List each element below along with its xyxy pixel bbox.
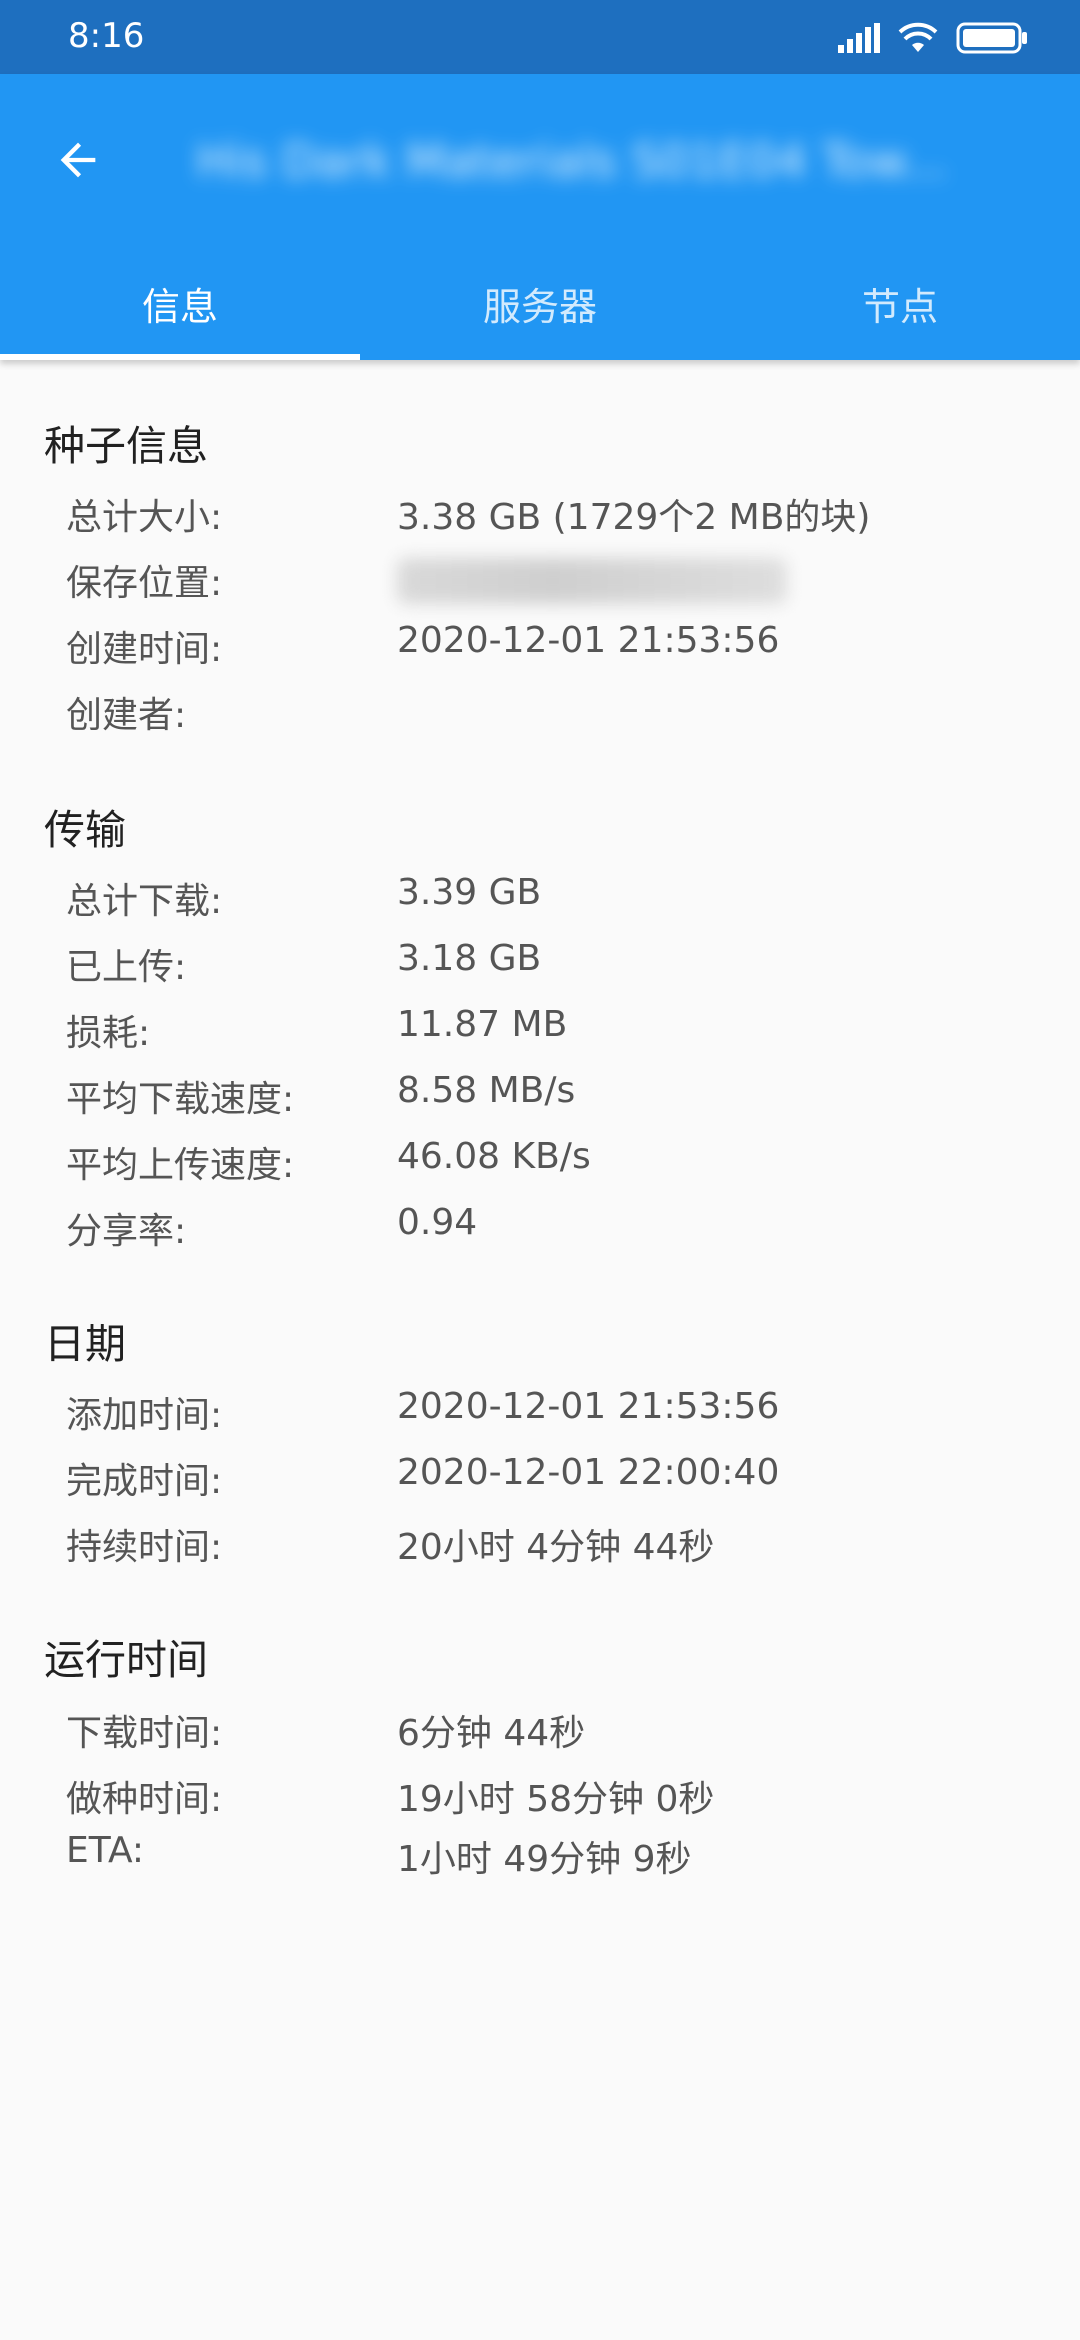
- arrow-back-icon: [60, 142, 96, 178]
- uploaded-label: 已上传:: [66, 947, 187, 988]
- avg-upload-speed-value: 46.08 KB/s: [397, 1136, 591, 1177]
- section-transfer-title: 传输: [44, 806, 126, 854]
- duration-label: 持续时间:: [66, 1527, 223, 1568]
- eta-value: 1小时 49分钟 9秒: [397, 1839, 692, 1880]
- total-download-label: 总计下载:: [66, 881, 223, 922]
- added-time-value: 2020-12-01 21:53:56: [397, 1386, 780, 1427]
- uploaded-value: 3.18 GB: [397, 938, 542, 979]
- created-time-label: 创建时间:: [66, 629, 223, 670]
- section-dates-title: 日期: [44, 1320, 126, 1368]
- wifi-icon: [898, 22, 938, 52]
- row-creator: 创建者:: [0, 686, 1080, 746]
- added-time-label: 添加时间:: [66, 1395, 223, 1436]
- tab-peers[interactable]: 节点: [720, 264, 1080, 360]
- signal-icon: [838, 23, 880, 53]
- share-ratio-value: 0.94: [397, 1202, 478, 1243]
- download-time-value: 6分钟 44秒: [397, 1713, 586, 1754]
- row-wasted: 损耗: 11.87 MB: [0, 1004, 1080, 1064]
- tab-indicator: [0, 354, 360, 360]
- row-save-path: 保存位置:: [0, 554, 1080, 614]
- save-path-value: [397, 554, 787, 613]
- row-seed-time: 做种时间: 19小时 58分钟 0秒: [0, 1770, 1080, 1830]
- wasted-value: 11.87 MB: [397, 1004, 568, 1045]
- completed-time-value: 2020-12-01 22:00:40: [397, 1452, 780, 1493]
- row-download-time: 下载时间: 6分钟 44秒: [0, 1704, 1080, 1764]
- row-eta: ETA: 1小时 49分钟 9秒: [0, 1830, 1080, 1890]
- duration-value: 20小时 4分钟 44秒: [397, 1527, 715, 1568]
- section-runtime-title: 运行时间: [44, 1636, 208, 1684]
- tab-info[interactable]: 信息: [0, 264, 360, 360]
- avg-download-speed-label: 平均下载速度:: [66, 1079, 295, 1120]
- eta-label: ETA:: [66, 1830, 145, 1871]
- battery-icon: [956, 22, 1027, 54]
- avg-upload-speed-label: 平均上传速度:: [66, 1145, 295, 1186]
- completed-time-label: 完成时间:: [66, 1461, 223, 1502]
- section-torrent-info-title: 种子信息: [44, 422, 208, 470]
- creator-label: 创建者:: [66, 695, 187, 736]
- seed-time-value: 19小时 58分钟 0秒: [397, 1779, 715, 1820]
- row-total-download: 总计下载: 3.39 GB: [0, 872, 1080, 932]
- share-ratio-label: 分享率:: [66, 1211, 187, 1252]
- back-button[interactable]: [46, 128, 110, 192]
- total-size-label: 总计大小:: [66, 497, 223, 538]
- download-time-label: 下载时间:: [66, 1713, 223, 1754]
- row-share-ratio: 分享率: 0.94: [0, 1202, 1080, 1262]
- row-created-time: 创建时间: 2020-12-01 21:53:56: [0, 620, 1080, 680]
- wasted-label: 损耗:: [66, 1013, 151, 1054]
- app-bar: His Dark Materials S01E04 Tow... 信息 服务器 …: [0, 74, 1080, 360]
- torrent-title: His Dark Materials S01E04 Tow...: [196, 134, 947, 188]
- row-total-size: 总计大小: 3.38 GB (1729个2 MB的块): [0, 488, 1080, 548]
- total-size-value: 3.38 GB (1729个2 MB的块): [397, 497, 871, 538]
- save-path-blurred: [397, 558, 787, 604]
- tab-trackers[interactable]: 服务器: [360, 264, 720, 360]
- created-time-value: 2020-12-01 21:53:56: [397, 620, 780, 661]
- save-path-label: 保存位置:: [66, 563, 223, 604]
- row-avg-download-speed: 平均下载速度: 8.58 MB/s: [0, 1070, 1080, 1130]
- status-icons: [838, 18, 1028, 58]
- tab-bar: 信息 服务器 节点: [0, 264, 1080, 360]
- row-uploaded: 已上传: 3.18 GB: [0, 938, 1080, 998]
- row-avg-upload-speed: 平均上传速度: 46.08 KB/s: [0, 1136, 1080, 1196]
- row-added-time: 添加时间: 2020-12-01 21:53:56: [0, 1386, 1080, 1446]
- row-completed-time: 完成时间: 2020-12-01 22:00:40: [0, 1452, 1080, 1512]
- total-download-value: 3.39 GB: [397, 872, 542, 913]
- status-bar: 8:16: [0, 0, 1080, 74]
- avg-download-speed-value: 8.58 MB/s: [397, 1070, 576, 1111]
- row-duration: 持续时间: 20小时 4分钟 44秒: [0, 1518, 1080, 1578]
- seed-time-label: 做种时间:: [66, 1779, 223, 1820]
- status-time: 8:16: [68, 16, 145, 56]
